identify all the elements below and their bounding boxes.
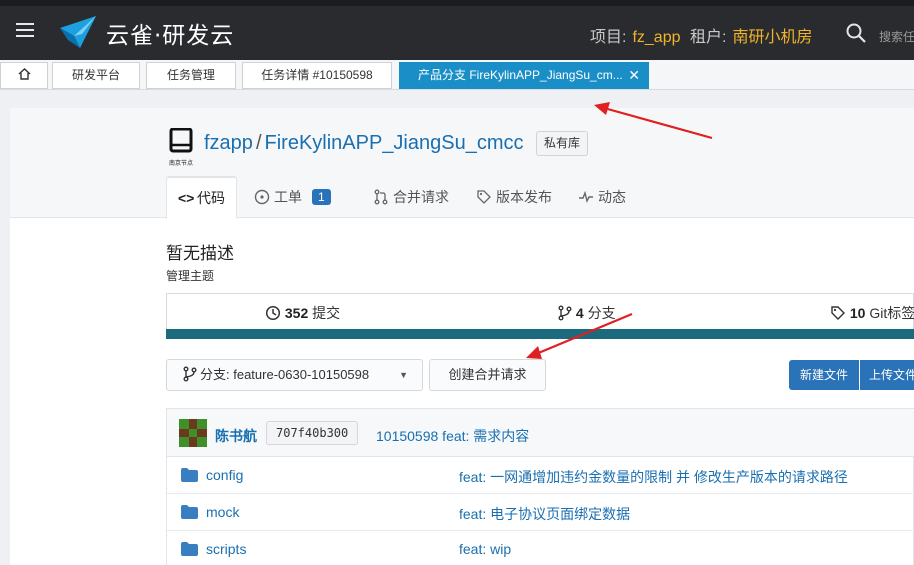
tags-count: 10 bbox=[849, 305, 866, 321]
branch-selector-label: 分支: feature-0630-10150598 bbox=[200, 367, 370, 382]
tab-issues-label: 工单 bbox=[274, 189, 302, 205]
brand-name[interactable]: 云雀·研发云 bbox=[106, 16, 234, 50]
tab-task-detail[interactable]: 任务详情 #10150598 bbox=[242, 62, 392, 89]
code-icon: <> bbox=[178, 190, 195, 206]
top-navbar: 云雀·研发云 项目: fz_app 租户: 南研小机房 搜索任 bbox=[0, 0, 914, 60]
tab-releases-label: 版本发布 bbox=[496, 189, 552, 205]
tag-icon bbox=[831, 306, 845, 320]
tags-label: Git标签 bbox=[869, 305, 914, 321]
tab-merge-requests-label: 合并请求 bbox=[393, 189, 449, 205]
tab-product-branch[interactable]: 产品分支 FireKylinAPP_JiangSu_cm... ✕ bbox=[399, 62, 649, 89]
branches-count: 4 bbox=[575, 305, 584, 321]
tags-stat[interactable]: 10 Git标签 bbox=[830, 303, 914, 323]
close-icon[interactable]: ✕ bbox=[628, 63, 640, 88]
tag-icon bbox=[477, 190, 491, 204]
home-icon bbox=[18, 68, 30, 80]
private-repo-badge: 私有库 bbox=[536, 131, 589, 156]
pulse-icon bbox=[579, 190, 593, 204]
tenant-value: 南研小机房 bbox=[732, 29, 813, 46]
commits-count: 352 bbox=[284, 305, 309, 321]
file-name[interactable]: config bbox=[206, 467, 243, 483]
commits-label: 提交 bbox=[312, 305, 341, 321]
upload-file-button[interactable]: 上传文件 bbox=[860, 360, 914, 390]
folder-icon bbox=[181, 468, 198, 482]
latest-commit-row: 陈书航 707f40b300 10150598 feat: 需求内容 bbox=[167, 409, 914, 457]
tab-activity-label: 动态 bbox=[598, 189, 626, 205]
project-indicator[interactable]: 项目: fz_app bbox=[590, 23, 681, 47]
commits-stat[interactable]: 352 提交 bbox=[265, 303, 340, 323]
tab-activity[interactable]: 动态 bbox=[578, 176, 626, 219]
menu-icon[interactable] bbox=[16, 23, 34, 37]
page-tab-bar: 研发平台 任务管理 任务详情 #10150598 产品分支 FireKylinA… bbox=[0, 60, 914, 90]
tab-task-management[interactable]: 任务管理 bbox=[146, 62, 236, 89]
history-icon bbox=[265, 305, 281, 321]
repo-book-icon bbox=[169, 127, 193, 153]
branch-icon bbox=[183, 366, 197, 382]
file-commit-message[interactable]: feat: 电子协议页面绑定数据 bbox=[459, 504, 630, 524]
repository-header bbox=[10, 108, 914, 218]
tab-code[interactable]: <> 代码 bbox=[166, 176, 237, 219]
merge-request-icon bbox=[374, 189, 388, 205]
tab-home[interactable] bbox=[0, 62, 48, 89]
repository-panel: 南京节点 fzapp / FireKylinAPP_JiangSu_cmcc 私有库… bbox=[10, 108, 914, 565]
file-name[interactable]: scripts bbox=[206, 541, 246, 557]
caret-down-icon: ▼ bbox=[399, 370, 408, 380]
repo-name-link[interactable]: FireKylinAPP_JiangSu_cmcc bbox=[265, 132, 524, 154]
repo-owner-link[interactable]: fzapp bbox=[204, 132, 253, 154]
file-commit-message[interactable]: feat: wip bbox=[459, 541, 511, 557]
brand-logo-icon[interactable] bbox=[58, 14, 98, 50]
language-bar bbox=[166, 329, 914, 339]
search-input[interactable]: 搜索任 bbox=[879, 28, 914, 45]
folder-icon bbox=[181, 542, 198, 556]
branch-selector[interactable]: 分支: feature-0630-10150598 ▼ bbox=[166, 359, 423, 391]
list-item[interactable]: mock feat: 电子协议页面绑定数据 bbox=[167, 494, 914, 531]
tab-code-label: 代码 bbox=[197, 190, 225, 206]
repo-description: 暂无描述 bbox=[166, 244, 234, 263]
commit-message[interactable]: 10150598 feat: 需求内容 bbox=[376, 426, 529, 446]
tab-product-branch-label: 产品分支 FireKylinAPP_JiangSu_cm... bbox=[418, 68, 623, 82]
search-icon[interactable] bbox=[845, 22, 867, 44]
issues-count-badge: 1 bbox=[312, 189, 331, 205]
project-value: fz_app bbox=[632, 29, 681, 46]
tab-issues[interactable]: 工单 1 bbox=[254, 176, 331, 219]
repo-path-separator: / bbox=[255, 132, 262, 154]
manage-topics-link[interactable]: 管理主题 bbox=[166, 267, 214, 284]
repo-node-icon: 南京节点 bbox=[167, 127, 195, 167]
repo-title: fzapp / FireKylinAPP_JiangSu_cmcc bbox=[204, 132, 524, 155]
issue-icon bbox=[254, 189, 270, 205]
avatar[interactable] bbox=[179, 419, 207, 447]
commit-author[interactable]: 陈书航 bbox=[215, 426, 257, 446]
list-item[interactable]: config feat: 一网通增加违约金数量的限制 并 修改生产版本的请求路径 bbox=[167, 457, 914, 494]
branch-icon bbox=[558, 305, 572, 321]
tenant-label: 租户: bbox=[690, 29, 727, 46]
project-label: 项目: bbox=[590, 29, 627, 46]
tab-merge-requests[interactable]: 合并请求 bbox=[373, 176, 449, 219]
branches-label: 分支 bbox=[587, 305, 616, 321]
list-item[interactable]: scripts feat: wip bbox=[167, 531, 914, 565]
file-name[interactable]: mock bbox=[206, 504, 239, 520]
tenant-indicator[interactable]: 租户: 南研小机房 bbox=[690, 23, 812, 47]
branches-stat[interactable]: 4 分支 bbox=[558, 303, 616, 323]
file-browser: 陈书航 707f40b300 10150598 feat: 需求内容 confi… bbox=[166, 408, 914, 565]
new-file-button[interactable]: 新建文件 bbox=[789, 360, 859, 390]
tab-dev-platform[interactable]: 研发平台 bbox=[52, 62, 140, 89]
commit-sha[interactable]: 707f40b300 bbox=[266, 421, 359, 445]
create-merge-request-button[interactable]: 创建合并请求 bbox=[429, 359, 546, 391]
repo-node-caption: 南京节点 bbox=[168, 161, 193, 167]
file-commit-message[interactable]: feat: 一网通增加违约金数量的限制 并 修改生产版本的请求路径 bbox=[459, 467, 848, 487]
folder-icon bbox=[181, 505, 198, 519]
tab-releases[interactable]: 版本发布 bbox=[476, 176, 552, 219]
